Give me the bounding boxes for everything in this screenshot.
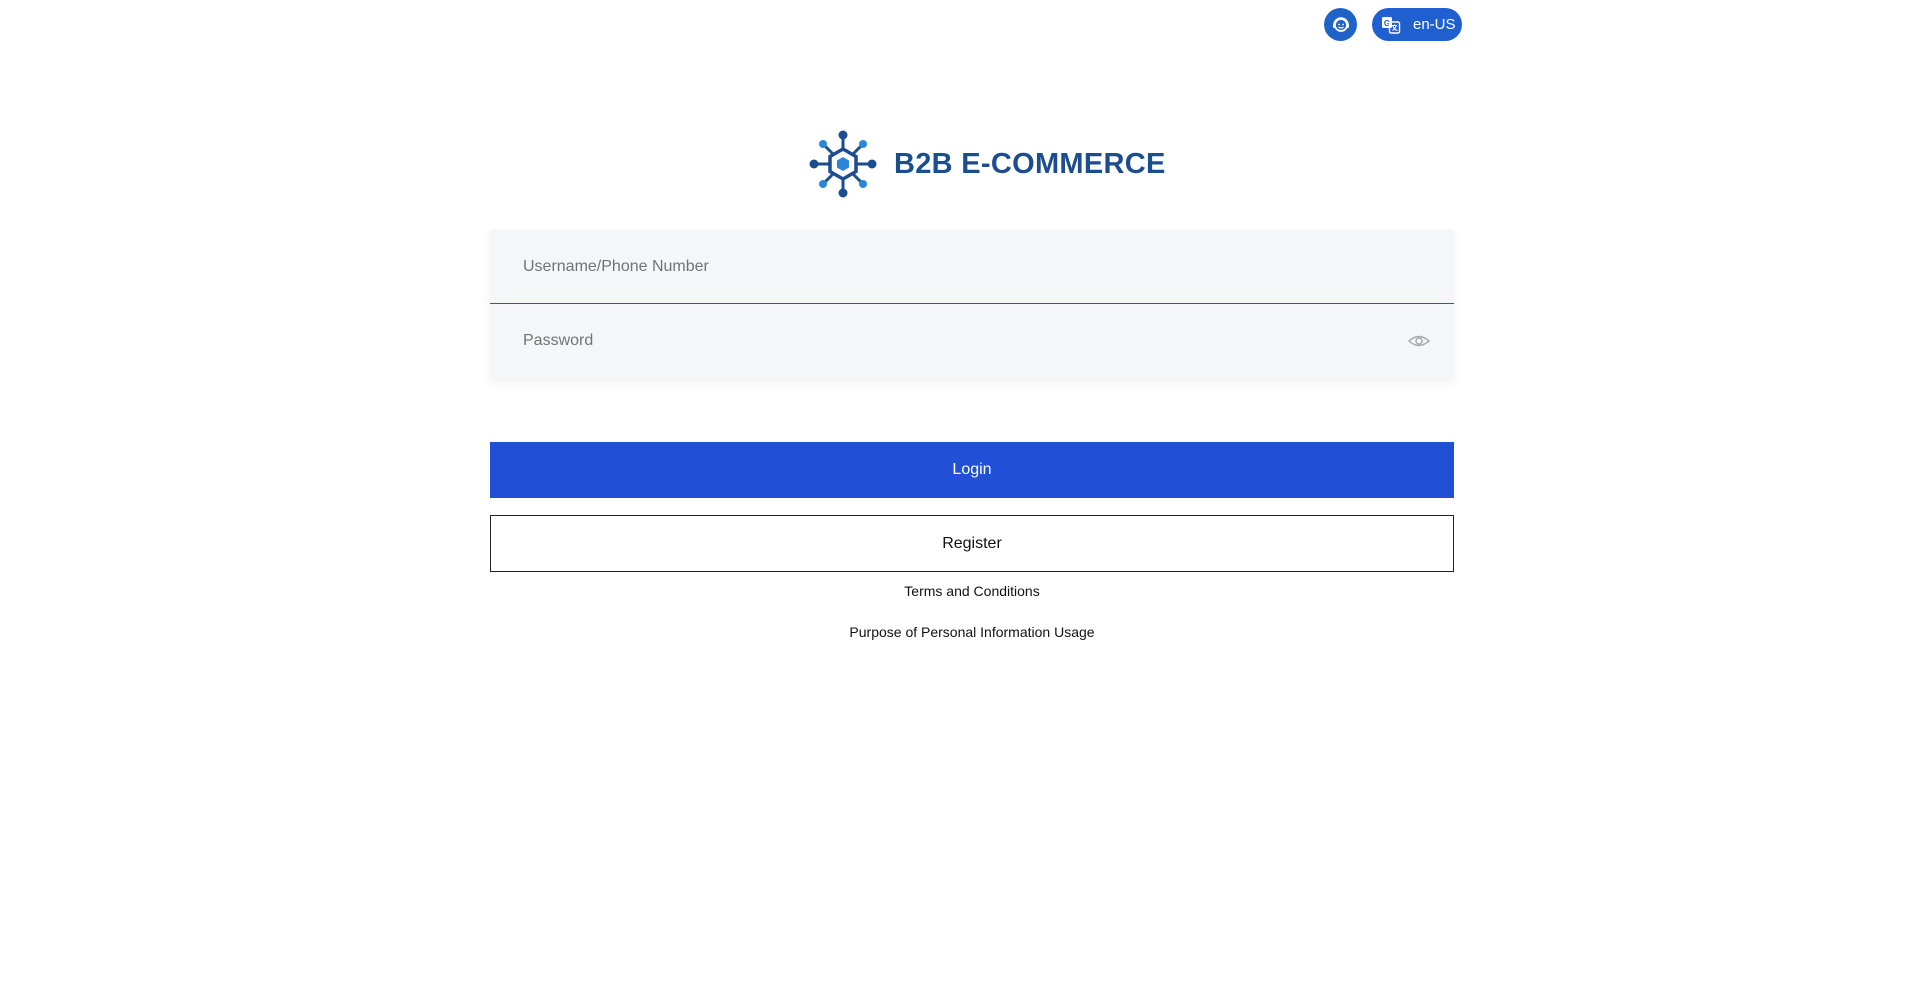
register-button[interactable]: Register — [490, 515, 1454, 572]
password-input[interactable] — [490, 320, 1405, 362]
privacy-purpose-link[interactable]: Purpose of Personal Information Usage — [490, 624, 1454, 640]
password-field-container — [490, 304, 1454, 378]
brand-name: B2B E-COMMERCE — [894, 147, 1166, 180]
privacy-purpose-link-label: Purpose of Personal Information Usage — [849, 624, 1095, 640]
language-label: en-US — [1413, 16, 1456, 33]
username-input[interactable] — [490, 245, 1405, 288]
customer-service-icon — [1332, 16, 1349, 32]
brand-logo: B2B E-COMMERCE — [808, 130, 1166, 198]
username-field-container — [490, 230, 1454, 304]
login-form — [490, 230, 1454, 378]
hexagon-network-icon — [809, 130, 877, 198]
login-button[interactable]: Login — [490, 442, 1454, 498]
translate-icon: G — [1380, 14, 1402, 36]
terms-link[interactable]: Terms and Conditions — [490, 583, 1454, 599]
terms-link-label: Terms and Conditions — [904, 583, 1040, 599]
language-selector[interactable]: G en-US — [1372, 8, 1462, 41]
top-bar: G en-US — [1316, 8, 1462, 41]
customer-service-button[interactable] — [1324, 8, 1357, 41]
eye-icon[interactable] — [1408, 332, 1430, 350]
